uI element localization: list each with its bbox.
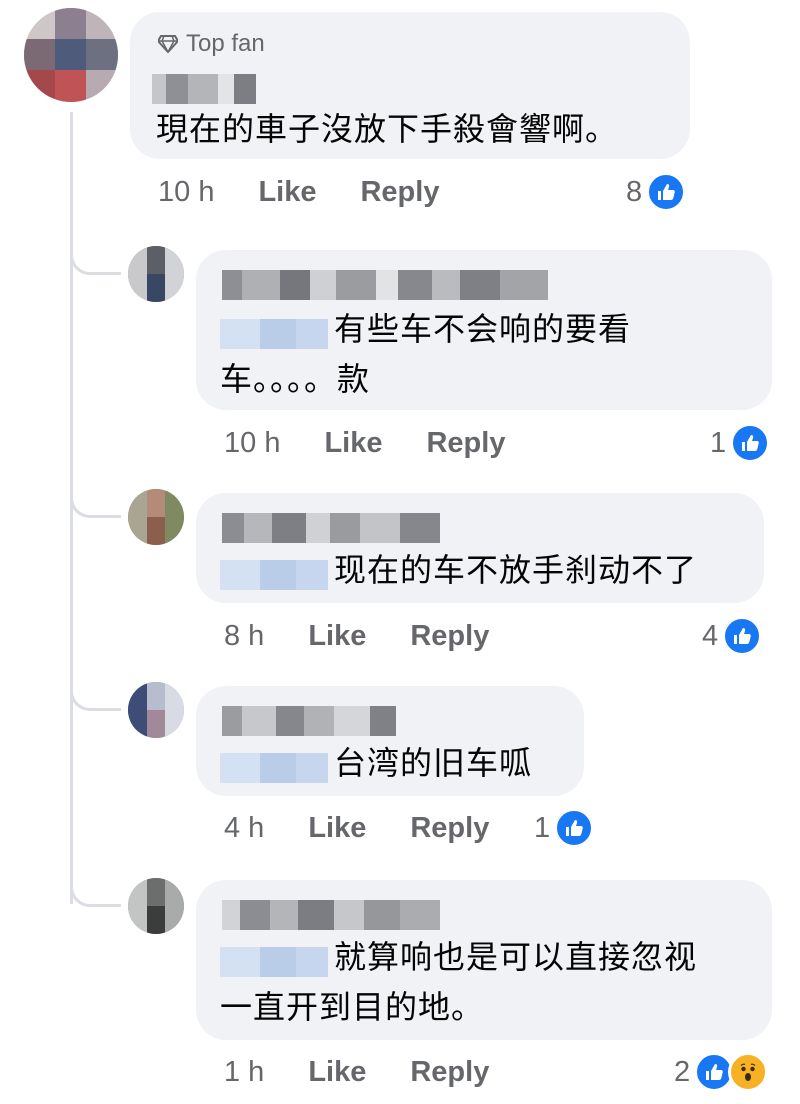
thread-branch (70, 684, 121, 711)
thumbs-up-icon (646, 172, 687, 212)
like-button[interactable]: Like (308, 812, 366, 845)
reaction-count: 1 (710, 426, 727, 459)
like-button[interactable]: Like (324, 427, 382, 460)
comment-actions: 1 h Like Reply (224, 1056, 489, 1089)
comment-bubble[interactable]: 台湾的旧车呱 (196, 686, 584, 796)
comment-text: 现在的车不放手刹动不了 (220, 545, 697, 595)
thread-branch (70, 491, 121, 518)
avatar[interactable] (24, 8, 118, 102)
mention-tag-redacted[interactable] (220, 941, 328, 977)
comment-actions: 10 h Like Reply (158, 176, 439, 209)
comment-text-line2: 车。。。。款 (220, 360, 371, 398)
author-name-redacted[interactable] (222, 706, 396, 736)
comment-text: 有些车不会响的要看 (220, 304, 631, 354)
timestamp[interactable]: 8 h (224, 620, 264, 653)
avatar[interactable] (128, 682, 184, 738)
like-button[interactable]: Like (258, 176, 316, 209)
author-name-redacted[interactable] (222, 900, 440, 930)
timestamp[interactable]: 1 h (224, 1056, 264, 1089)
avatar[interactable] (128, 878, 184, 934)
reaction-summary[interactable]: 2 (674, 1052, 769, 1092)
reaction-summary[interactable]: 8 (626, 172, 687, 212)
mention-tag-redacted[interactable] (220, 313, 328, 349)
badge-label: Top fan (186, 30, 265, 57)
comment-text: 就算响也是可以直接忽视 (220, 932, 697, 982)
author-name-redacted[interactable] (152, 74, 256, 104)
mention-tag-redacted[interactable] (220, 554, 328, 590)
diamond-icon (158, 35, 178, 53)
thumbs-up-icon (730, 423, 771, 463)
reply-button[interactable]: Reply (410, 812, 489, 845)
reply-button[interactable]: Reply (426, 427, 505, 460)
reaction-count: 2 (674, 1055, 691, 1088)
thumbs-up-icon (554, 808, 595, 848)
comment-bubble[interactable]: 就算响也是可以直接忽视 一直开到目的地。 (196, 880, 772, 1040)
mention-tag-redacted[interactable] (220, 747, 328, 783)
timestamp[interactable]: 10 h (158, 176, 214, 209)
reaction-summary[interactable]: 4 (702, 616, 763, 656)
reaction-count: 1 (534, 811, 551, 844)
avatar[interactable] (128, 489, 184, 545)
comment-actions: 10 h Like Reply (224, 427, 505, 460)
avatar[interactable] (128, 246, 184, 302)
comment-text-line2: 一直开到目的地。 (220, 988, 485, 1026)
comment-actions: 4 h Like Reply (224, 812, 489, 845)
reply-button[interactable]: Reply (410, 1056, 489, 1089)
reaction-summary[interactable]: 1 (710, 423, 771, 463)
timestamp[interactable]: 4 h (224, 812, 264, 845)
thread-branch (70, 880, 121, 907)
comment-text: 現在的車子沒放下手殺會響啊。 (156, 110, 619, 148)
reaction-summary[interactable]: 1 (534, 808, 595, 848)
reply-button[interactable]: Reply (360, 176, 439, 209)
comment-bubble[interactable]: 现在的车不放手刹动不了 (196, 493, 764, 603)
wow-face-icon (728, 1052, 769, 1092)
reaction-count: 8 (626, 175, 643, 208)
timestamp[interactable]: 10 h (224, 427, 280, 460)
comment-text: 台湾的旧车呱 (220, 738, 532, 788)
comment-bubble[interactable]: Top fan 現在的車子沒放下手殺會響啊。 (130, 12, 690, 159)
comment-actions: 8 h Like Reply (224, 620, 489, 653)
top-fan-badge: Top fan (158, 30, 265, 58)
thumbs-up-icon (722, 616, 763, 656)
comment-bubble[interactable]: 有些车不会响的要看 车。。。。款 (196, 250, 772, 410)
like-button[interactable]: Like (308, 1056, 366, 1089)
reaction-count: 4 (702, 619, 719, 652)
reply-button[interactable]: Reply (410, 620, 489, 653)
author-name-redacted[interactable] (222, 513, 440, 543)
thread-branch (70, 248, 121, 275)
like-button[interactable]: Like (308, 620, 366, 653)
author-name-redacted[interactable] (222, 270, 548, 300)
